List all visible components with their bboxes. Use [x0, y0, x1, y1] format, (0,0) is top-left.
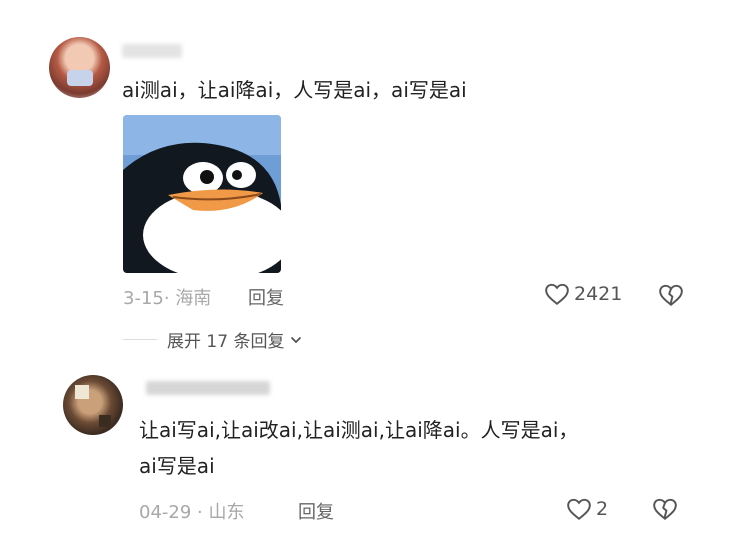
expand-replies-button[interactable]: 展开 17 条回复	[123, 327, 304, 352]
comment-date: 04-29 · 山东	[139, 502, 245, 523]
reply-button[interactable]: 回复	[248, 284, 284, 310]
heart-icon	[567, 498, 591, 520]
username[interactable]	[122, 44, 182, 58]
sticker-image[interactable]	[123, 115, 281, 273]
like-count: 2421	[574, 283, 623, 305]
like-count: 2	[596, 498, 609, 520]
username[interactable]	[146, 381, 270, 395]
heart-icon	[545, 283, 569, 305]
comment-text-line-1: 让ai写ai,让ai改ai,让ai测ai,让ai降ai。人写是ai，	[139, 418, 579, 442]
divider-line	[123, 339, 157, 340]
avatar[interactable]	[63, 375, 123, 435]
expand-replies-label: 展开 17 条回复	[167, 332, 285, 352]
like-button[interactable]: 2	[566, 497, 608, 521]
comment-date: 3-15· 海南	[123, 288, 212, 309]
dislike-button[interactable]	[652, 497, 678, 525]
dislike-button[interactable]	[658, 283, 684, 311]
avatar[interactable]	[49, 37, 110, 98]
comment-location: 山东	[208, 502, 245, 523]
chevron-down-icon	[291, 336, 302, 343]
comment-text: ai测ai，让ai降ai，人写是ai，ai写是ai	[122, 78, 467, 102]
comment-text-line-2: ai写是ai	[139, 454, 215, 478]
reply-button[interactable]: 回复	[298, 498, 334, 524]
broken-heart-icon	[653, 498, 677, 520]
like-button[interactable]: 2421	[544, 282, 622, 306]
broken-heart-icon	[659, 284, 683, 306]
comment-location: 海南	[175, 288, 212, 309]
